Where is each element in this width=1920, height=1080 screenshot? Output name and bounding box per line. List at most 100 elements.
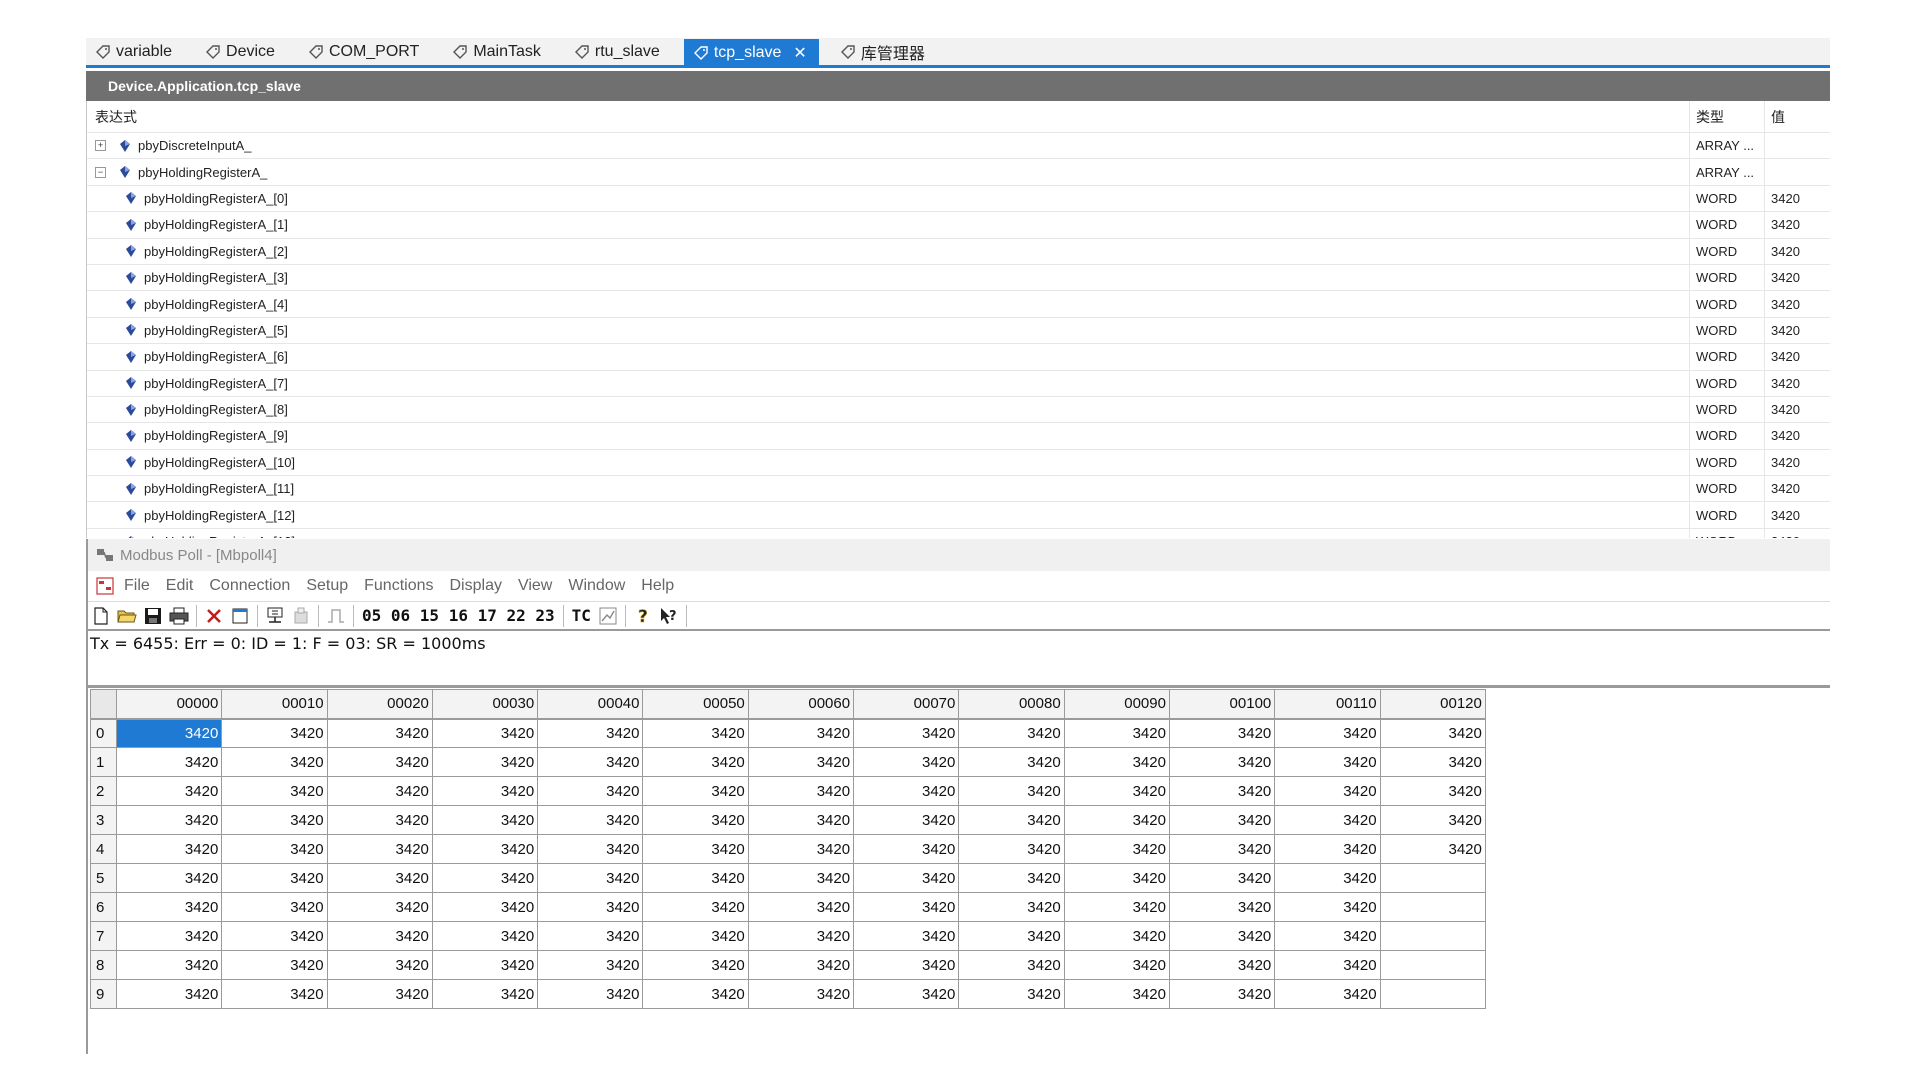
register-cell[interactable]: 3420: [1063, 950, 1170, 980]
register-cell[interactable]: 3420: [221, 805, 328, 835]
grid-column-header[interactable]: 00050: [642, 689, 749, 720]
register-cell[interactable]: 3420: [747, 921, 855, 951]
register-cell[interactable]: 3420: [1063, 979, 1170, 1009]
register-cell[interactable]: 3420: [431, 747, 539, 777]
value-cell[interactable]: 3420: [1765, 529, 1830, 538]
tab-variable[interactable]: variable: [86, 38, 184, 66]
register-cell[interactable]: 3420: [642, 921, 749, 951]
register-cell[interactable]: 3420: [958, 950, 1065, 980]
tab-tcp-slave[interactable]: tcp_slave ✕: [683, 38, 819, 67]
connect-icon[interactable]: [264, 605, 286, 627]
tab-device[interactable]: Device: [196, 38, 287, 66]
register-cell[interactable]: 3420: [853, 979, 960, 1009]
register-cell[interactable]: 3420: [747, 950, 855, 980]
register-cell[interactable]: 3420: [1063, 921, 1170, 951]
register-cell[interactable]: 3420: [642, 805, 749, 835]
grid-column-header[interactable]: 00030: [431, 689, 539, 720]
print-icon[interactable]: [168, 605, 190, 627]
value-cell[interactable]: 3420: [1765, 423, 1830, 448]
register-cell[interactable]: 3420: [853, 921, 960, 951]
grid-row-header[interactable]: 2: [90, 776, 117, 806]
grid-column-header[interactable]: 00040: [537, 689, 644, 720]
document-icon[interactable]: [96, 577, 114, 595]
register-cell[interactable]: 3420: [115, 950, 223, 980]
value-cell[interactable]: [1765, 159, 1830, 184]
close-icon[interactable]: ✕: [793, 43, 806, 63]
type-column-header[interactable]: 类型: [1690, 101, 1765, 132]
register-cell[interactable]: 3420: [326, 718, 433, 748]
register-cell[interactable]: 3420: [1063, 863, 1170, 893]
value-cell[interactable]: 3420: [1765, 397, 1830, 422]
register-cell[interactable]: 3420: [115, 863, 223, 893]
register-cell[interactable]: 3420: [853, 892, 960, 922]
register-cell[interactable]: 3420: [221, 979, 328, 1009]
variable-row[interactable]: pbyHoldingRegisterA_[1] WORD 3420: [87, 212, 1830, 239]
register-cell[interactable]: 3420: [221, 950, 328, 980]
register-cell[interactable]: [1379, 863, 1486, 893]
register-cell[interactable]: 3420: [431, 834, 539, 864]
variable-row[interactable]: pbyHoldingRegisterA_[5] WORD 3420: [87, 317, 1830, 345]
register-cell[interactable]: 3420: [642, 776, 749, 806]
variable-row[interactable]: pbyHoldingRegisterA_[12] WORD 3420: [87, 502, 1830, 529]
register-cell[interactable]: 3420: [431, 892, 539, 922]
value-cell[interactable]: [1765, 133, 1830, 158]
grid-row-header[interactable]: 5: [90, 863, 117, 893]
register-cell[interactable]: 3420: [537, 834, 644, 864]
menu-display[interactable]: Display: [450, 577, 502, 595]
register-cell[interactable]: 3420: [747, 863, 855, 893]
register-cell[interactable]: 3420: [537, 805, 644, 835]
grid-row-header[interactable]: 8: [90, 950, 117, 980]
register-cell[interactable]: 3420: [747, 892, 855, 922]
help-icon[interactable]: ?: [632, 605, 654, 627]
register-cell[interactable]: 3420: [221, 921, 328, 951]
new-file-icon[interactable]: [90, 605, 112, 627]
register-cell[interactable]: 3420: [958, 718, 1065, 748]
register-cell[interactable]: 3420: [431, 863, 539, 893]
variable-row[interactable]: pbyHoldingRegisterA_[13] WORD 3420: [87, 528, 1830, 538]
register-cell[interactable]: 3420: [642, 718, 749, 748]
register-cell[interactable]: 3420: [1063, 834, 1170, 864]
register-cell[interactable]: 3420: [537, 718, 644, 748]
register-cell[interactable]: 3420: [958, 892, 1065, 922]
register-cell[interactable]: 3420: [431, 921, 539, 951]
value-cell[interactable]: 3420: [1765, 212, 1830, 237]
register-cell[interactable]: 3420: [537, 979, 644, 1009]
register-cell[interactable]: 3420: [537, 863, 644, 893]
grid-column-header[interactable]: 00060: [747, 689, 855, 720]
register-cell[interactable]: 3420: [642, 834, 749, 864]
grid-column-header[interactable]: 00010: [221, 689, 328, 720]
grid-row-header[interactable]: 6: [90, 892, 117, 922]
register-cell[interactable]: 3420: [853, 834, 960, 864]
register-cell[interactable]: 3420: [1168, 892, 1276, 922]
register-cell[interactable]: 3420: [642, 950, 749, 980]
open-folder-icon[interactable]: [116, 605, 138, 627]
register-cell[interactable]: 3420: [747, 776, 855, 806]
menu-connection[interactable]: Connection: [209, 577, 290, 595]
context-help-icon[interactable]: ?: [658, 605, 680, 627]
register-cell[interactable]: 3420: [115, 979, 223, 1009]
value-cell[interactable]: 3420: [1765, 344, 1830, 369]
register-cell[interactable]: 3420: [115, 718, 223, 748]
tc-button[interactable]: TC: [572, 606, 591, 625]
register-cell[interactable]: 3420: [115, 892, 223, 922]
variable-row[interactable]: pbyHoldingRegisterA_[2] WORD 3420: [87, 238, 1830, 265]
grid-row-header[interactable]: 4: [90, 834, 117, 864]
register-cell[interactable]: 3420: [326, 979, 433, 1009]
register-cell[interactable]: 3420: [326, 921, 433, 951]
grid-column-header[interactable]: 00110: [1274, 689, 1381, 720]
register-cell[interactable]: 3420: [221, 863, 328, 893]
register-cell[interactable]: 3420: [642, 979, 749, 1009]
register-cell[interactable]: 3420: [747, 834, 855, 864]
grid-row-header[interactable]: 9: [90, 979, 117, 1009]
register-cell[interactable]: 3420: [853, 747, 960, 777]
variable-row[interactable]: pbyHoldingRegisterA_[10] WORD 3420: [87, 449, 1830, 477]
register-cell[interactable]: 3420: [1379, 747, 1486, 777]
register-cell[interactable]: 3420: [1063, 892, 1170, 922]
register-cell[interactable]: [1379, 921, 1486, 951]
grid-row-header[interactable]: 0: [90, 718, 117, 748]
register-cell[interactable]: 3420: [115, 805, 223, 835]
grid-column-header[interactable]: 00090: [1063, 689, 1170, 720]
variable-row[interactable]: pbyHoldingRegisterA_[8] WORD 3420: [87, 396, 1830, 424]
register-cell[interactable]: 3420: [115, 921, 223, 951]
register-cell[interactable]: 3420: [1168, 834, 1276, 864]
